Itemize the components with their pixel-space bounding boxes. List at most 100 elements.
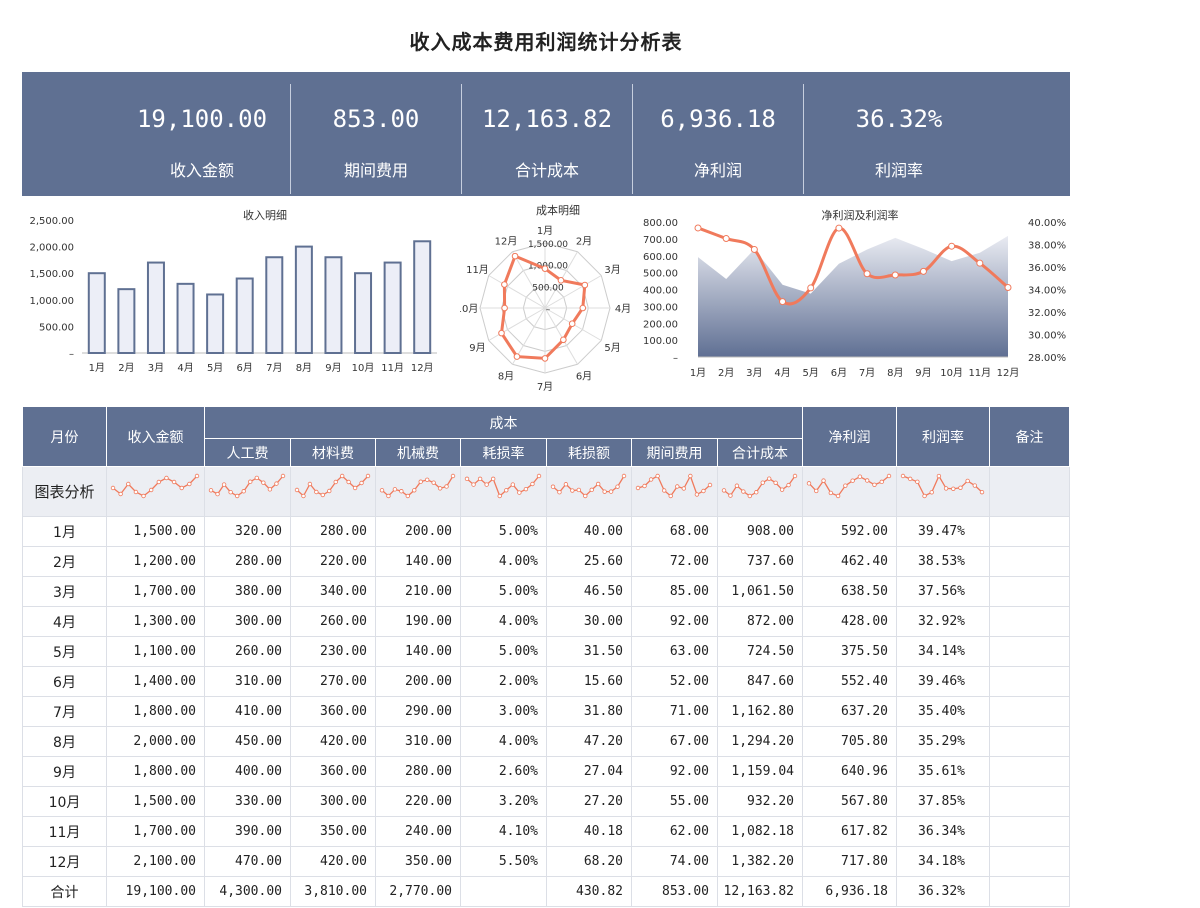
table-cell bbox=[989, 726, 1070, 757]
table-cell: 240.00 bbox=[375, 816, 461, 847]
sparkline-point bbox=[179, 485, 184, 490]
table-cell: 340.00 bbox=[290, 576, 376, 607]
sparkline-point bbox=[346, 479, 351, 484]
table-cell: 637.20 bbox=[802, 696, 897, 727]
header-month: 月份 bbox=[22, 406, 107, 467]
sparkline-point bbox=[464, 476, 470, 481]
table-cell: 428.00 bbox=[802, 606, 897, 637]
table-cell: 5月 bbox=[22, 636, 107, 667]
sparkline-point bbox=[843, 482, 848, 488]
sparkline-point bbox=[864, 477, 870, 483]
table-cell: 32.92% bbox=[896, 606, 990, 637]
table-cell: 2.60% bbox=[460, 756, 547, 787]
sparkline-point bbox=[261, 479, 266, 485]
table-cell: 37.56% bbox=[896, 576, 990, 607]
sparkline-point bbox=[563, 481, 569, 486]
table-cell: 30.00 bbox=[546, 606, 632, 637]
profit-rate-point bbox=[694, 224, 702, 232]
sparkline-point bbox=[929, 489, 934, 494]
table-body: 1月 1,500.00 320.00 280.00 200.00 5.00% 40.00 68… bbox=[22, 516, 1070, 907]
sparkline-point bbox=[333, 479, 338, 484]
table-cell: 638.50 bbox=[802, 576, 897, 607]
sparkline bbox=[806, 473, 892, 498]
revenue-bar-chart: 收入明细 2,500.00 2,000.00 1,500.00 1,000.00 500.… bbox=[29, 208, 437, 374]
radar-axis-label: 3月 bbox=[604, 264, 620, 276]
table-cell: 36.32% bbox=[896, 876, 990, 907]
sparkline-point bbox=[437, 485, 443, 491]
table-cell: 62.00 bbox=[631, 816, 718, 847]
table-cell: 39.47% bbox=[896, 516, 990, 547]
table-cell: 1,700.00 bbox=[106, 816, 205, 847]
header-machine: 机械费 bbox=[375, 438, 461, 467]
table-cell: 350.00 bbox=[290, 816, 376, 847]
sparkline-point bbox=[424, 477, 430, 482]
table-cell bbox=[989, 876, 1070, 907]
table-cell bbox=[989, 546, 1070, 577]
header-labor: 人工费 bbox=[204, 438, 291, 467]
table-cell: 85.00 bbox=[631, 576, 718, 607]
net-profit-area bbox=[698, 235, 1008, 357]
sparkline-point bbox=[301, 493, 306, 498]
y-tick-label: 2,000.00 bbox=[29, 243, 74, 254]
bar bbox=[235, 277, 254, 354]
table-cell: 37.85% bbox=[896, 786, 990, 817]
sparkline-point bbox=[915, 479, 920, 484]
table-cell: 40.18 bbox=[546, 816, 632, 847]
table-cell: 25.60 bbox=[546, 546, 632, 577]
table-cell: 280.00 bbox=[290, 516, 376, 547]
kpi-label: 收入金额 bbox=[169, 161, 234, 180]
kpi-total-cost: 12,163.82 合计成本 bbox=[462, 72, 632, 196]
table-cell: 300.00 bbox=[204, 606, 291, 637]
x-tick-label: 6月 bbox=[237, 362, 253, 374]
sparkline-row: 图表分析 bbox=[22, 466, 1070, 517]
sparkline-cell bbox=[375, 466, 461, 517]
table-cell: 2,000.00 bbox=[106, 726, 205, 757]
sparkline-point bbox=[164, 475, 169, 480]
table-cell: 4.00% bbox=[460, 726, 547, 757]
y-tick-label: 600.00 bbox=[643, 252, 678, 263]
x-tick-label: 9月 bbox=[325, 362, 341, 374]
table-cell: 300.00 bbox=[290, 786, 376, 817]
table-cell: 5.00% bbox=[460, 576, 547, 607]
sparkline-point bbox=[766, 475, 772, 481]
radar-spoke bbox=[488, 307, 546, 341]
kpi-label: 净利润 bbox=[693, 161, 742, 180]
radar-point bbox=[498, 329, 505, 337]
kpi-period-expense: 853.00 期间费用 bbox=[291, 72, 461, 196]
table-cell: 567.80 bbox=[802, 786, 897, 817]
bar bbox=[383, 261, 402, 355]
sparkline-line bbox=[112, 475, 198, 497]
radar-axis-label: 9月 bbox=[469, 342, 485, 354]
table-cell: 40.00 bbox=[546, 516, 632, 547]
sparkline-point bbox=[648, 476, 654, 482]
sparkline-point bbox=[431, 479, 436, 485]
sparkline-point bbox=[294, 487, 300, 492]
radar-tick-label: 1,500.00 bbox=[528, 240, 568, 250]
table-cell: 71.00 bbox=[631, 696, 718, 727]
sparkline-line bbox=[210, 475, 284, 497]
table-row: 合计 19,100.00 4,300.00 3,810.00 2,770.00 430.8… bbox=[22, 876, 1070, 907]
sparkline-point bbox=[490, 476, 496, 481]
y-tick-label: – bbox=[69, 349, 74, 360]
table-cell bbox=[989, 666, 1070, 697]
table-cell: 430.82 bbox=[546, 876, 632, 907]
sparkline-point bbox=[215, 491, 220, 496]
sparkline-point bbox=[688, 473, 693, 478]
kpi-profit-rate: 36.32% 利润率 bbox=[804, 72, 994, 196]
sparkline-point bbox=[386, 493, 391, 498]
sparkline-line bbox=[723, 475, 796, 497]
y2-tick-label: 28.00% bbox=[1028, 353, 1066, 364]
radar-axis-label: 5月 bbox=[604, 342, 620, 354]
sparkline-line bbox=[296, 474, 369, 497]
table-cell bbox=[989, 636, 1070, 667]
table-cell bbox=[989, 576, 1070, 607]
x-tick-label: 5月 bbox=[803, 367, 819, 379]
table-row: 5月 1,100.00 260.00 230.00 140.00 5.00% 31.50 63… bbox=[22, 636, 1070, 667]
table-cell: 200.00 bbox=[375, 666, 461, 697]
sparkline-point bbox=[118, 491, 123, 496]
radar-axis-label: 2月 bbox=[576, 235, 592, 247]
table-row: 9月 1,800.00 400.00 360.00 280.00 2.60% 27.04 92… bbox=[22, 756, 1070, 787]
radar-tick-label: – bbox=[546, 305, 551, 315]
table-cell: 1月 bbox=[22, 516, 107, 547]
radar-axis-label: 1月 bbox=[537, 225, 553, 237]
